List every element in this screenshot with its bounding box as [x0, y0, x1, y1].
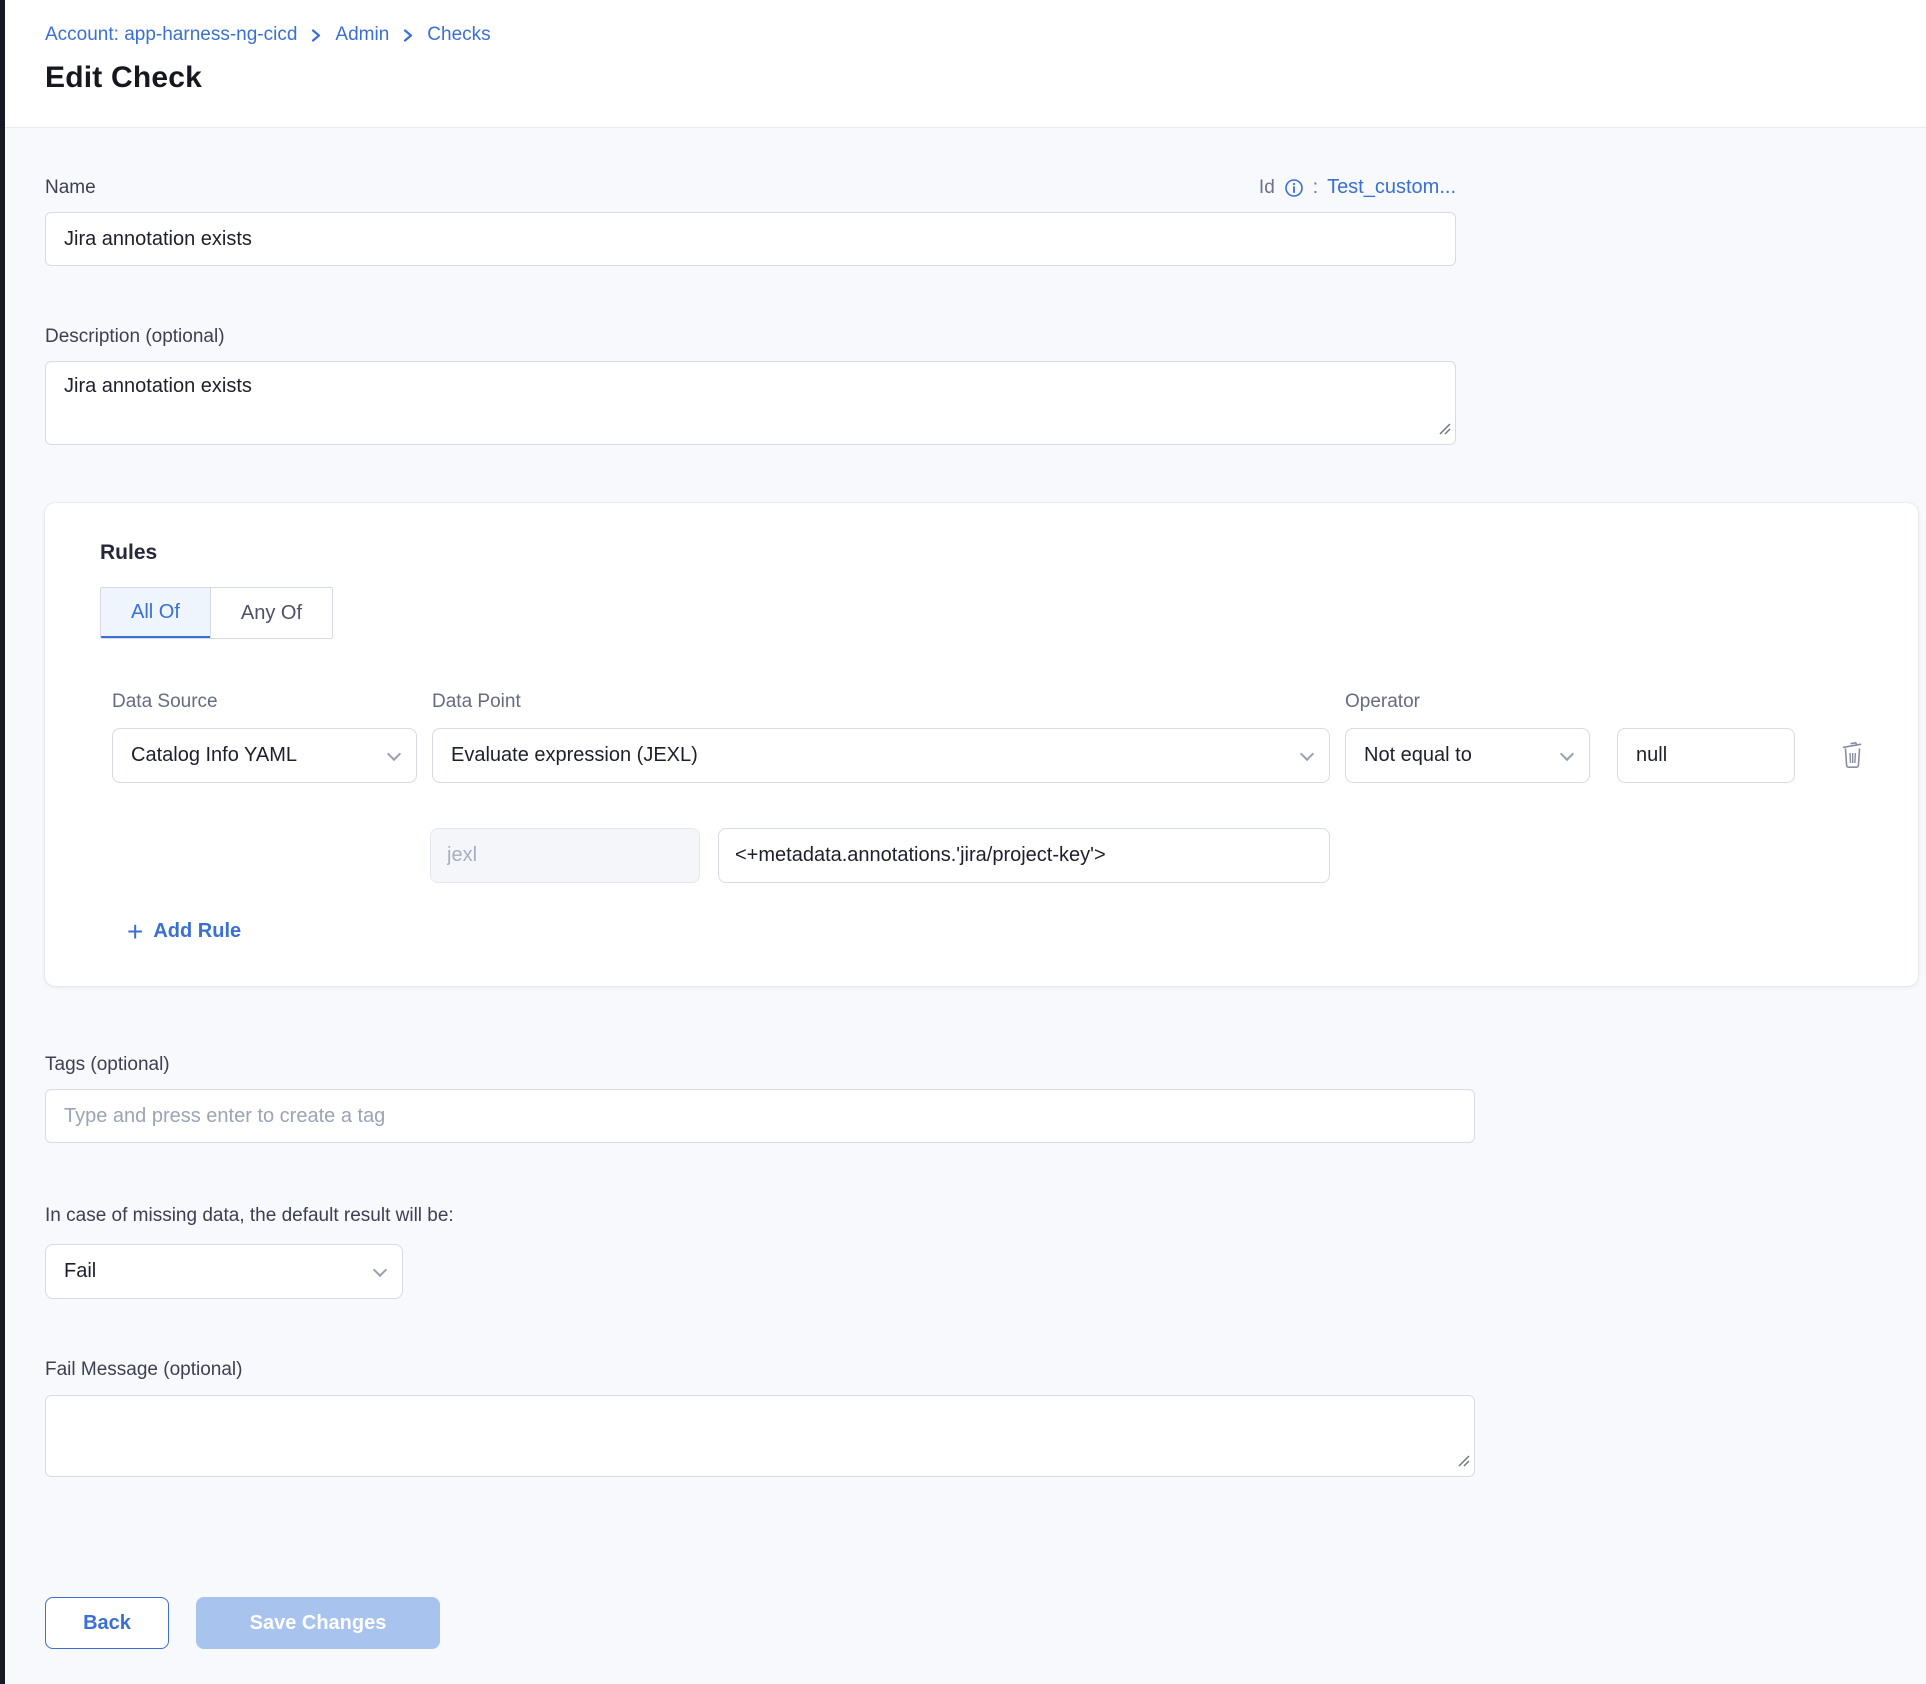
data-point-select[interactable]: Evaluate expression (JEXL) [432, 728, 1330, 783]
collapsed-sidebar-edge [0, 0, 5, 1684]
check-id-link[interactable]: Test_custom... [1327, 176, 1456, 199]
name-label: Name [45, 177, 96, 199]
comparison-value-input[interactable] [1617, 728, 1795, 783]
data-point-label: Data Point [432, 691, 1345, 713]
add-rule-label: Add Rule [153, 920, 241, 943]
tags-input[interactable] [45, 1089, 1475, 1143]
data-source-select[interactable]: Catalog Info YAML [112, 728, 417, 783]
tags-label: Tags (optional) [45, 1054, 1926, 1076]
operator-select[interactable]: Not equal to [1345, 728, 1590, 783]
id-separator: : [1313, 177, 1318, 199]
save-changes-button[interactable]: Save Changes [196, 1597, 440, 1649]
chevron-down-icon [1300, 746, 1314, 760]
expression-input[interactable] [718, 828, 1330, 883]
default-result-select[interactable]: Fail [45, 1244, 403, 1299]
rule-row: Data Source Data Point Operator Catalog … [112, 691, 1918, 944]
chevron-right-icon [310, 28, 322, 43]
chevron-down-icon [387, 746, 401, 760]
chevron-down-icon [373, 1263, 387, 1277]
data-source-value: Catalog Info YAML [131, 744, 297, 767]
fail-message-textarea[interactable] [45, 1395, 1475, 1477]
missing-data-label: In case of missing data, the default res… [45, 1205, 1926, 1227]
name-input[interactable] [45, 212, 1456, 266]
page-title: Edit Check [45, 61, 1926, 95]
edit-check-form: Name Id : Test_custom... Description (op… [0, 176, 1926, 1649]
trash-icon [1839, 739, 1866, 773]
data-source-label: Data Source [112, 691, 432, 713]
chevron-right-icon [402, 28, 414, 43]
chevron-down-icon [1560, 746, 1574, 760]
rule-mode-toggle: All Of Any Of [100, 587, 333, 639]
check-id-row: Id : Test_custom... [1259, 176, 1456, 199]
plus-icon: + [127, 919, 143, 944]
id-label: Id [1259, 177, 1275, 199]
breadcrumb: Account: app-harness-ng-cicd Admin Check… [45, 24, 1926, 46]
jexl-input[interactable] [430, 828, 700, 883]
operator-value: Not equal to [1364, 744, 1472, 767]
data-point-value: Evaluate expression (JEXL) [451, 744, 698, 767]
page-header: Account: app-harness-ng-cicd Admin Check… [0, 0, 1926, 128]
rules-card: Rules All Of Any Of Data Source Data Poi… [45, 503, 1918, 986]
breadcrumb-account-link[interactable]: Account: app-harness-ng-cicd [45, 24, 297, 46]
back-button[interactable]: Back [45, 1597, 169, 1649]
default-result-value: Fail [64, 1260, 96, 1283]
rules-title: Rules [100, 541, 1918, 565]
breadcrumb-checks-link[interactable]: Checks [427, 24, 490, 46]
operator-label: Operator [1345, 691, 1590, 713]
description-label: Description (optional) [45, 326, 1926, 348]
fail-message-label: Fail Message (optional) [45, 1359, 1926, 1381]
form-actions: Back Save Changes [45, 1597, 1926, 1649]
all-of-tab[interactable]: All Of [101, 588, 210, 638]
any-of-tab[interactable]: Any Of [210, 588, 332, 638]
description-textarea[interactable]: Jira annotation exists [45, 361, 1456, 445]
info-icon[interactable] [1284, 178, 1304, 198]
add-rule-button[interactable]: + Add Rule [127, 919, 241, 944]
breadcrumb-admin-link[interactable]: Admin [335, 24, 389, 46]
delete-rule-button[interactable] [1839, 739, 1866, 773]
